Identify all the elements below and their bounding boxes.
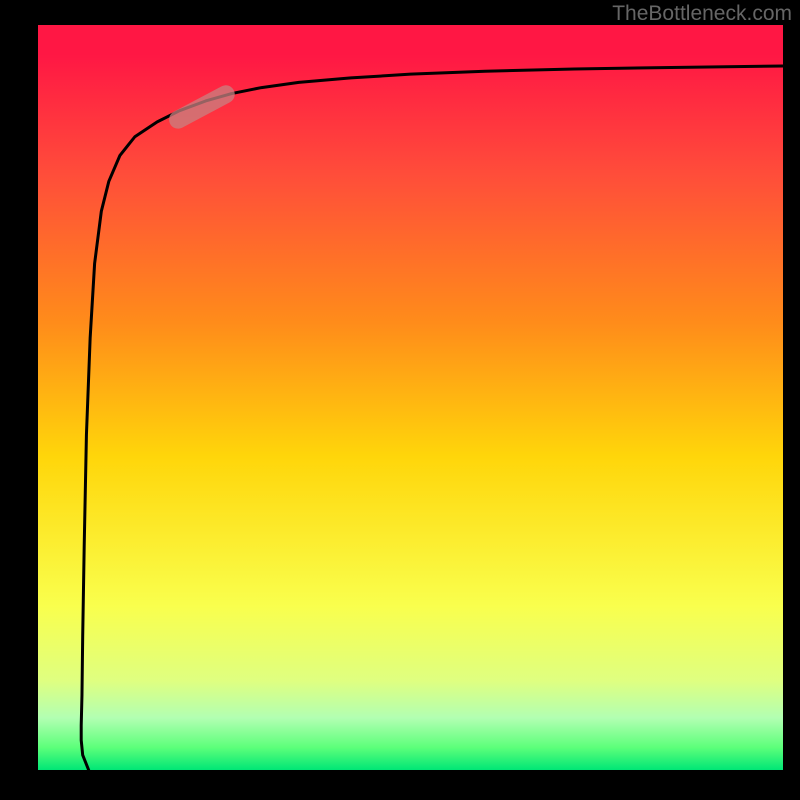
chart-svg	[38, 25, 783, 770]
chart-container: TheBottleneck.com	[0, 0, 800, 800]
gradient-background	[38, 25, 783, 770]
plot-area	[38, 25, 783, 770]
watermark-text: TheBottleneck.com	[612, 2, 792, 26]
